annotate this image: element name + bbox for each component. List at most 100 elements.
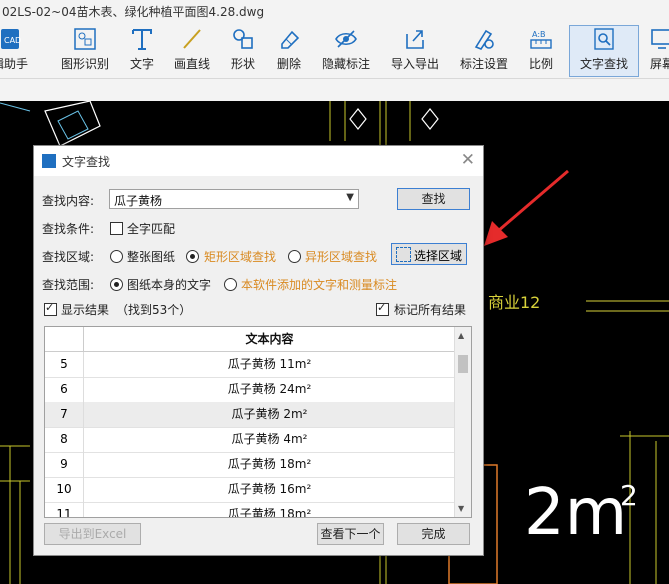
toolbar-label: 形状	[230, 57, 255, 71]
shape-icon	[233, 29, 253, 49]
scroll-up-icon[interactable]: ▲	[458, 331, 464, 340]
scope-radio-drawing[interactable]	[110, 278, 123, 291]
area-option-rect: 矩形区域查找	[204, 250, 277, 264]
toolbar-scale[interactable]: A:B 比例	[524, 26, 558, 76]
area-label: 查找区域:	[42, 250, 95, 264]
show-results-checkbox[interactable]	[44, 301, 57, 316]
area-radio-rect[interactable]	[186, 250, 199, 263]
find-next-button[interactable]: 查看下一个	[317, 523, 384, 545]
table-header: 文本内容	[45, 327, 455, 352]
close-icon[interactable]: ✕	[461, 150, 475, 170]
row-index: 7	[45, 402, 84, 427]
row-text: 瓜子黄杨 18m²	[227, 457, 312, 471]
toolbar-label: 屏幕	[649, 57, 669, 71]
toolbar-label: 比例	[528, 57, 553, 71]
eye-off-icon	[335, 30, 357, 48]
scope-option-drawing: 图纸本身的文字	[127, 278, 212, 292]
toolbar-import-export[interactable]: 导入导出	[388, 26, 442, 76]
scroll-thumb[interactable]	[458, 355, 468, 373]
search-combobox[interactable]: 瓜子黄杨 ▼	[109, 189, 359, 209]
row-text: 瓜子黄杨 16m²	[227, 482, 312, 496]
toolbar-screen[interactable]: 屏幕	[645, 26, 669, 76]
toolbar-label: 隐藏标注	[321, 57, 370, 71]
search-label: 查找内容:	[42, 194, 95, 208]
toolbar-annotation-settings[interactable]: 标注设置	[456, 26, 512, 76]
toolbar-assistant[interactable]: CAD 辑助手	[0, 26, 34, 76]
cad-label: 商业12	[488, 293, 541, 312]
row-text: 瓜子黄杨 4m²	[231, 432, 308, 446]
select-area-icon	[396, 247, 411, 262]
toolbar-shape-recognition[interactable]: 图形识别	[58, 26, 112, 76]
text-icon	[132, 29, 152, 50]
row-index: 10	[45, 477, 84, 502]
find-button[interactable]: 查找	[397, 188, 470, 210]
assistant-icon: CAD	[1, 29, 21, 49]
svg-text:A:B: A:B	[532, 30, 546, 39]
eraser-icon	[281, 30, 300, 49]
toolbar-label: 画直线	[173, 57, 210, 71]
area-option-irregular: 异形区域查找	[305, 250, 378, 264]
toolbar-label: 标注设置	[459, 57, 508, 71]
chevron-down-icon: ▼	[346, 192, 354, 203]
row-index: 6	[45, 377, 84, 402]
annotation-settings-icon	[474, 29, 494, 50]
export-excel-button[interactable]: 导出到Excel	[44, 523, 141, 545]
toolbar-hide-annotation[interactable]: 隐藏标注	[318, 26, 374, 76]
import-export-icon	[406, 30, 424, 49]
condition-label: 查找条件:	[42, 222, 95, 236]
toolbar-label: 文字查找	[579, 57, 628, 71]
table-row-selected[interactable]: 7 瓜子黄杨 2m²	[45, 402, 455, 428]
dialog-title: 文字查找	[62, 155, 111, 169]
text-search-dialog: 文字查找 ✕ 查找内容: 瓜子黄杨 ▼ 查找 查找条件: 全字匹配 查找区域: …	[33, 145, 484, 556]
scale-icon: A:B	[530, 30, 552, 49]
dialog-titlebar[interactable]: 文字查找 ✕	[34, 146, 483, 176]
done-button[interactable]: 完成	[397, 523, 470, 545]
toolbar-line[interactable]: 画直线	[170, 26, 214, 76]
table-row[interactable]: 6 瓜子黄杨 24m²	[45, 377, 455, 403]
app-icon	[42, 154, 56, 168]
scope-option-added: 本软件添加的文字和测量标注	[241, 278, 398, 292]
area-radio-whole[interactable]	[110, 250, 123, 263]
table-row[interactable]: 10 瓜子黄杨 16m²	[45, 477, 455, 503]
table-header-index	[45, 327, 84, 351]
show-results-label: 显示结果	[61, 303, 110, 317]
toolbar-label: 图形识别	[60, 57, 109, 71]
whole-word-label: 全字匹配	[127, 222, 176, 236]
select-area-label: 选择区域	[414, 249, 463, 263]
scroll-down-icon[interactable]: ▼	[458, 504, 464, 513]
select-area-button[interactable]: 选择区域	[391, 243, 467, 265]
toolbar-delete[interactable]: 删除	[272, 26, 306, 76]
toolbar-label: 文字	[129, 57, 154, 71]
found-count: （找到53个）	[116, 303, 192, 317]
toolbar-text-search[interactable]: 文字查找	[569, 25, 639, 77]
svg-text:CAD: CAD	[4, 36, 21, 45]
line-icon	[183, 29, 201, 49]
row-index: 8	[45, 427, 84, 452]
row-index: 5	[45, 352, 84, 377]
table-row[interactable]: 8 瓜子黄杨 4m²	[45, 427, 455, 453]
table-row[interactable]: 9 瓜子黄杨 18m²	[45, 452, 455, 478]
mark-all-label: 标记所有结果	[394, 303, 467, 317]
table-row[interactable]: 11 瓜子黄杨 18m²	[45, 502, 455, 518]
scope-label: 查找范围:	[42, 278, 95, 292]
toolbar-text[interactable]: 文字	[124, 26, 160, 76]
screen-icon	[651, 29, 669, 49]
row-text: 瓜子黄杨 11m²	[227, 357, 312, 371]
table-scrollbar[interactable]: ▲ ▼	[454, 327, 471, 517]
text-search-icon	[594, 28, 614, 50]
mark-all-checkbox[interactable]	[376, 301, 389, 316]
row-text: 瓜子黄杨 18m²	[227, 507, 312, 518]
area-radio-irregular[interactable]	[288, 250, 301, 263]
shape-recognition-icon	[74, 28, 96, 50]
window-title: 02LS-02~04苗木表、绿化种植平面图4.28.dwg	[0, 0, 669, 24]
toolbar-shape[interactable]: 形状	[226, 26, 260, 76]
row-text: 瓜子黄杨 2m²	[231, 407, 308, 421]
toolbar-label: 删除	[276, 57, 301, 71]
row-index: 11	[45, 502, 84, 517]
table-row[interactable]: 5 瓜子黄杨 11m²	[45, 352, 455, 378]
row-index: 9	[45, 452, 84, 477]
scope-radio-added[interactable]	[224, 278, 237, 291]
subbar	[0, 79, 669, 101]
toolbar-label: 导入导出	[390, 57, 439, 71]
whole-word-checkbox[interactable]	[110, 222, 123, 235]
